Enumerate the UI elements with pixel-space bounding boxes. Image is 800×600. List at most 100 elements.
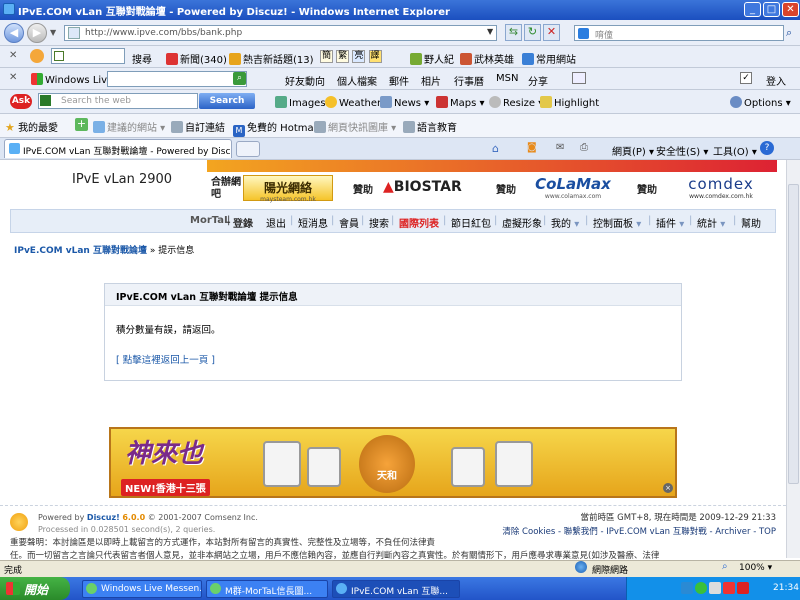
toolbar-search-input[interactable]	[51, 48, 125, 64]
nav-members[interactable]: 會員	[339, 215, 359, 230]
traditional-chip[interactable]: 繁	[336, 50, 350, 63]
nav-my[interactable]: 我的 ▾	[551, 215, 579, 230]
ask-images[interactable]: Images	[275, 96, 326, 109]
ask-options[interactable]: Options ▾	[730, 96, 791, 109]
task-messenger[interactable]: Windows Live Messen...	[82, 580, 202, 598]
forward-button[interactable]: ▶	[27, 23, 47, 43]
ask-highlight[interactable]: Highlight	[540, 96, 599, 109]
signin-link[interactable]: 登入	[766, 73, 786, 88]
nav-pm[interactable]: 短消息	[298, 215, 328, 230]
address-input[interactable]: http://www.ipve.com/bbs/bank.php	[64, 25, 497, 41]
nav-avatar[interactable]: 虛擬形象	[502, 215, 542, 230]
nav-help[interactable]: 幫助	[741, 215, 761, 230]
live-settings-icon[interactable]	[572, 72, 586, 84]
nav-login[interactable]: 登錄	[233, 215, 253, 230]
tray-icon[interactable]	[723, 582, 735, 594]
address-dropdown[interactable]: ▼	[487, 27, 493, 36]
fav-link-2[interactable]: M 免費的 Hotmail	[233, 119, 319, 137]
fav-link-3[interactable]: 網頁快訊圖庫 ▾	[314, 119, 396, 134]
back-button[interactable]: ◀	[4, 23, 24, 43]
live-toolbar-search-input[interactable]	[107, 71, 247, 87]
favorites-button[interactable]: ★ 我的最愛	[5, 119, 58, 134]
ask-search-button[interactable]: Search	[199, 93, 255, 109]
nav-stats[interactable]: 統計 ▾	[697, 215, 725, 230]
shortcut-1[interactable]: 野人紀	[410, 51, 454, 66]
live-item-5[interactable]: MSN	[496, 73, 518, 84]
ask-news[interactable]: News ▾	[380, 96, 429, 109]
live-item-4[interactable]: 行事曆	[454, 73, 484, 88]
task-group-chat[interactable]: M群-MorTaL信長圖...	[206, 580, 328, 598]
zoom-level[interactable]: 100% ▾	[739, 563, 772, 573]
scrollbar-thumb[interactable]	[788, 184, 799, 484]
tray-icon[interactable]	[709, 582, 721, 594]
add-favorite-icon[interactable]: +	[75, 118, 88, 131]
ask-resize[interactable]: Resize ▾	[489, 96, 543, 109]
ask-engine-icon[interactable]	[40, 95, 51, 106]
close-toolbar-icon[interactable]: ✕	[9, 50, 17, 61]
back-link[interactable]: [ 點擊這裡返回上一頁 ]	[116, 352, 215, 366]
nav-logout[interactable]: 退出	[266, 215, 286, 230]
live-search-go-icon[interactable]: ⌕	[233, 72, 246, 85]
fav-link-0[interactable]: 建議的網站 ▾	[93, 119, 165, 134]
search-icon[interactable]: ⌕	[786, 26, 792, 40]
rss-icon[interactable]: ◙	[527, 142, 537, 153]
vertical-scrollbar[interactable]	[786, 160, 800, 558]
live-item-1[interactable]: 個人檔案	[337, 73, 377, 88]
recent-pages-dropdown[interactable]: ▼	[50, 28, 56, 37]
live-item-2[interactable]: 郵件	[389, 73, 409, 88]
stop-icon[interactable]: ✕	[543, 24, 560, 41]
refresh-icon[interactable]: ↻	[524, 24, 541, 41]
nav-international[interactable]: 國際列表	[399, 215, 439, 230]
tray-icon[interactable]	[681, 582, 693, 594]
close-live-toolbar-icon[interactable]: ✕	[9, 72, 17, 83]
breadcrumb-forum-link[interactable]: IPvE.COM vLan 互聯對戰論壇	[14, 246, 147, 256]
fav-link-4[interactable]: 語言教育	[403, 119, 457, 134]
zoom-icon[interactable]: ⌕	[722, 561, 728, 572]
live-item-6[interactable]: 分享	[528, 73, 548, 88]
sponsor-ad-4[interactable]: comdex www.comdex.com.hk	[671, 175, 771, 200]
nav-search[interactable]: 搜索	[369, 215, 389, 230]
footer-links[interactable]: 清除 Cookies - 聯繫我們 - IPvE.COM vLan 互聯對戰 -…	[470, 525, 776, 537]
tools-menu[interactable]: 工具(O) ▾	[713, 143, 757, 158]
maximize-button[interactable]: □	[763, 2, 780, 17]
translate-chip[interactable]: 譯	[368, 50, 382, 63]
hot-topics-link[interactable]: 熱吉新話題(13)	[229, 51, 314, 66]
page-menu[interactable]: 網頁(P) ▾	[612, 143, 654, 158]
live-item-3[interactable]: 相片	[421, 73, 441, 88]
live-search-input[interactable]: 唷僮	[574, 25, 784, 41]
simplified-chip[interactable]: 簡	[320, 50, 333, 63]
print-icon[interactable]: ⎙	[580, 142, 588, 153]
news-link[interactable]: 新聞(340)	[166, 51, 227, 66]
ad-close-icon[interactable]: ×	[663, 483, 673, 493]
close-button[interactable]: ✕	[782, 2, 799, 17]
sponsor-ad-3[interactable]: CoLaMax www.colamax.com	[525, 175, 621, 200]
help-icon[interactable]: ?	[760, 141, 774, 155]
new-tab-button[interactable]	[236, 141, 260, 157]
username[interactable]: MorTaL	[190, 215, 230, 226]
windows-live-button[interactable]: Windows Live	[31, 73, 113, 86]
shortcut-3[interactable]: 常用網站	[522, 51, 576, 66]
toolbar-search-button[interactable]: 搜尋	[132, 51, 152, 66]
tray-icon[interactable]	[695, 582, 707, 594]
tab-forum[interactable]: IPvE.COM vLan 互聯對戰論壇 - Powered by Discuz…	[4, 139, 232, 158]
ask-search-input[interactable]: Search the web	[38, 93, 198, 109]
minimize-button[interactable]: _	[744, 2, 761, 17]
nav-red-packet[interactable]: 節日紅包	[451, 215, 491, 230]
shortcut-2[interactable]: 武林英雄	[460, 51, 514, 66]
compat-view-icon[interactable]: ⇆	[505, 24, 522, 41]
ask-maps[interactable]: Maps ▾	[436, 96, 485, 109]
sponsor-ad-1[interactable]: 陽光網絡 maysteam.com.hk	[243, 175, 333, 203]
tray-icon[interactable]	[737, 582, 749, 594]
home-icon[interactable]: ⌂	[492, 142, 499, 155]
ask-weather[interactable]: Weather	[325, 96, 381, 109]
live-item-0[interactable]: 好友動向	[285, 73, 325, 88]
safety-menu[interactable]: 安全性(S) ▾	[656, 143, 708, 158]
nav-control-panel[interactable]: 控制面板 ▾	[593, 215, 641, 230]
game-banner-ad[interactable]: 神來也 NEW!香港十三張 天和 ×	[109, 427, 677, 498]
task-ie-forum[interactable]: IPvE.COM vLan 互聯...	[332, 580, 460, 598]
sponsor-ad-2[interactable]: ▲BIOSTAR	[383, 179, 462, 195]
nav-plugins[interactable]: 插件 ▾	[656, 215, 684, 230]
mail-icon[interactable]: ✉	[556, 142, 564, 153]
fav-link-1[interactable]: 自訂連結	[171, 119, 225, 134]
highlight-chip[interactable]: 亮	[352, 50, 366, 63]
